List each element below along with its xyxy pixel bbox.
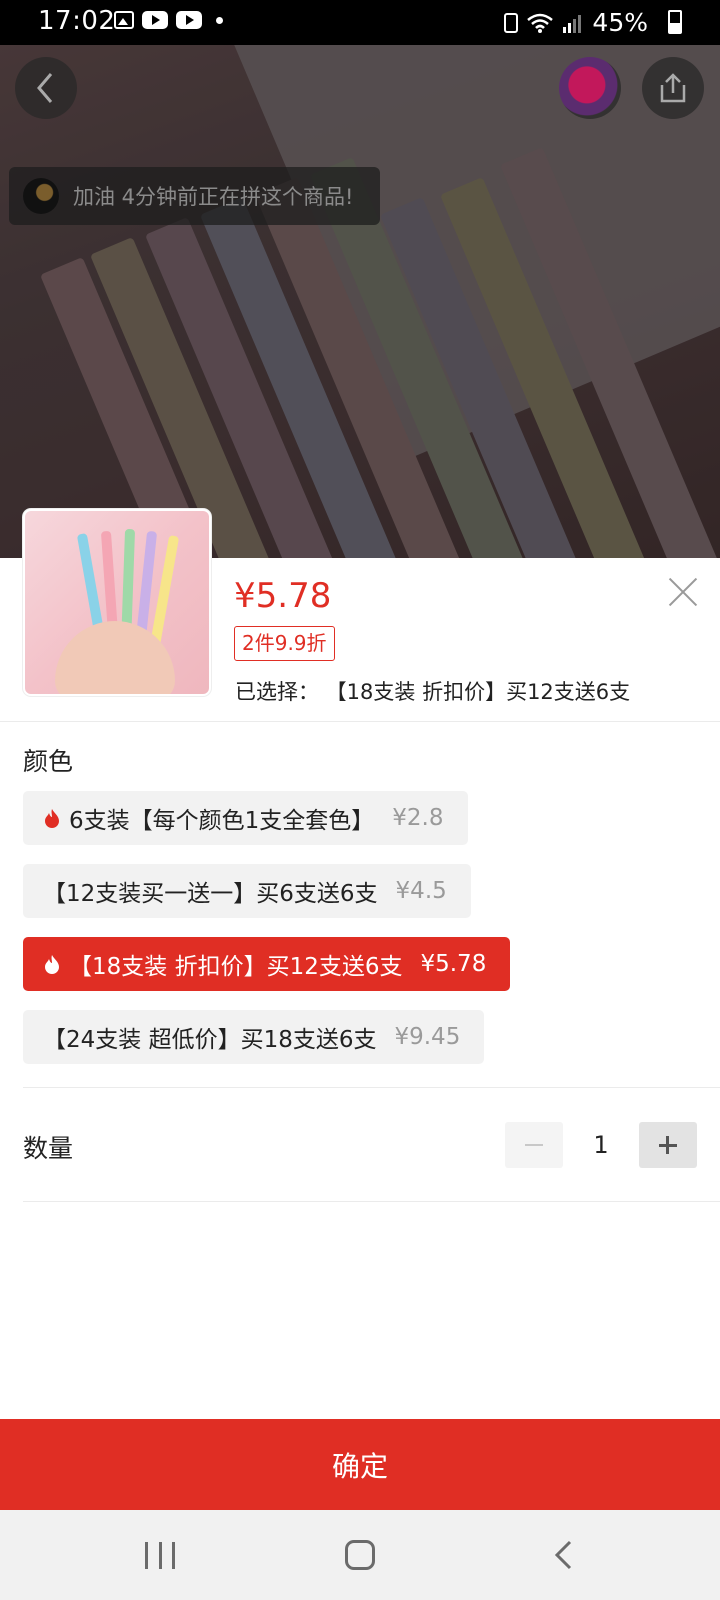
battery-percent: 45% [592,8,648,37]
toast-text: 加油 4分钟前正在拼这个商品! [73,185,354,209]
toast-avatar [23,178,59,214]
option-label: 6支装【每个颜色1支全套色】 [69,808,375,834]
quantity-value[interactable]: 1 [563,1122,639,1168]
share-button[interactable] [642,57,704,119]
close-icon[interactable] [668,577,698,607]
option-price: ¥9.45 [394,1024,461,1050]
color-option-6pcs[interactable]: 6支装【每个颜色1支全套色】 ¥2.8 [23,791,468,845]
confirm-button[interactable]: 确定 [0,1419,720,1510]
flame-icon [45,809,59,828]
option-price: ¥2.8 [392,805,444,831]
color-option-18pcs[interactable]: 【18支装 折扣价】买12支送6支 ¥5.78 [23,937,511,991]
divider [23,1087,720,1088]
status-time: 17:02 [38,6,116,36]
product-price: ¥5.78 [234,576,332,616]
battery-icon [668,10,682,34]
dim-overlay [0,45,720,558]
product-thumbnail[interactable] [23,509,211,696]
flame-icon [45,955,59,974]
quantity-decrement-button[interactable] [505,1122,563,1168]
option-label: 【24支装 超低价】买18支送6支 [43,1027,377,1053]
wifi-icon [527,13,554,33]
product-hero-image: 加油 4分钟前正在拼这个商品! [0,45,720,558]
merchant-avatar-button[interactable] [559,57,621,119]
quantity-increment-button[interactable] [639,1122,697,1168]
divider [0,721,720,722]
color-option-24pcs[interactable]: 【24支装 超低价】买18支送6支 ¥9.45 [23,1010,485,1064]
home-icon[interactable] [345,1540,375,1570]
option-label: 【12支装买一送一】买6支送6支 [43,881,378,907]
back-icon[interactable] [552,1539,574,1571]
activity-toast: 加油 4分钟前正在拼这个商品! [9,167,380,225]
option-price: ¥5.78 [420,951,487,977]
signal-icon [563,14,582,33]
battery-fill [670,23,680,32]
system-navigation-bar [0,1510,720,1600]
back-arrow-icon [37,73,53,103]
status-bar: 17:02 45% [0,0,720,45]
share-icon [660,73,686,103]
youtube-icon [176,11,202,29]
recent-apps-icon[interactable] [145,1542,175,1569]
divider [23,1201,720,1202]
battery-alert-icon [504,12,519,33]
youtube-icon [142,11,168,29]
quantity-label: 数量 [23,1134,74,1163]
back-button[interactable] [15,57,77,119]
selected-sku-text: 已选择： 【18支装 折扣价】买12支送6支 [235,680,631,704]
gallery-icon [114,11,134,29]
dot-icon [216,16,223,24]
thumbnail-image [25,511,209,694]
option-price: ¥4.5 [395,878,447,904]
color-section-title: 颜色 [23,747,74,776]
notification-icons [114,11,223,29]
promo-tag: 2件9.9折 [234,626,335,661]
option-label: 【18支装 折扣价】买12支送6支 [69,954,403,980]
color-option-12pcs[interactable]: 【12支装买一送一】买6支送6支 ¥4.5 [23,864,471,918]
system-icons: 45% [504,8,674,37]
